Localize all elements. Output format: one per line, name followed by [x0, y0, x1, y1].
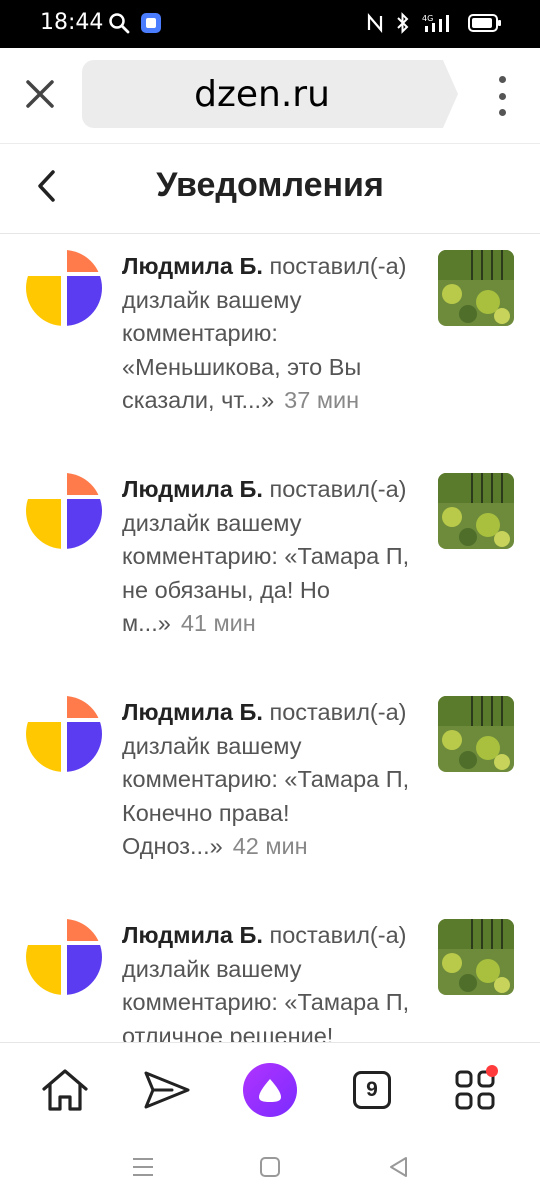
search-icon — [109, 13, 130, 34]
svg-text:4G: 4G — [422, 14, 433, 23]
close-button[interactable] — [22, 76, 58, 112]
notification-text: Людмила Б. поставил(-а) дизлайк вашему к… — [122, 919, 412, 1042]
comment-thumbnail[interactable] — [438, 250, 514, 326]
notification-item[interactable]: Людмила Б. поставил(-а) дизлайк вашему к… — [0, 688, 540, 910]
avatar — [26, 696, 102, 772]
alice-icon — [243, 1063, 297, 1117]
comment-thumbnail[interactable] — [438, 919, 514, 995]
page-header: Уведомления — [0, 146, 540, 234]
signal-icon: 4G — [422, 14, 449, 32]
notification-item[interactable]: Людмила Б. поставил(-а) дизлайк вашему к… — [0, 911, 540, 1042]
avatar — [26, 919, 102, 995]
square-icon — [260, 1157, 280, 1177]
recent-apps-button[interactable] — [128, 1152, 158, 1182]
home-system-button[interactable] — [255, 1152, 285, 1182]
notification-author: Людмила Б. — [122, 476, 263, 502]
notification-text: Людмила Б. поставил(-а) дизлайк вашему к… — [122, 473, 412, 641]
overflow-menu-button[interactable] — [492, 76, 512, 116]
menu-dot-icon — [498, 92, 506, 100]
notification-author: Людмила Б. — [122, 699, 263, 725]
bluetooth-icon — [397, 12, 409, 34]
status-bar: 18:44 4G — [0, 0, 540, 48]
notification-list: Людмила Б. поставил(-а) дизлайк вашему к… — [0, 234, 540, 1042]
triangle-back-icon — [390, 1157, 407, 1177]
nfc-icon — [367, 13, 383, 33]
notification-author: Людмила Б. — [122, 253, 263, 279]
notification-time: 37 мин — [284, 387, 360, 413]
menu-dot-icon — [498, 76, 506, 83]
bottom-navigation: 9 — [0, 1042, 540, 1134]
notification-author: Людмила Б. — [122, 922, 263, 948]
avatar — [26, 250, 102, 326]
comment-thumbnail[interactable] — [438, 473, 514, 549]
services-button[interactable] — [448, 1063, 502, 1117]
battery-icon — [468, 14, 501, 32]
system-navigation — [0, 1134, 540, 1200]
home-icon — [42, 1069, 88, 1111]
page-title: Уведомления — [156, 166, 384, 204]
notification-item[interactable]: Людмила Б. поставил(-а) дизлайк вашему к… — [0, 465, 540, 687]
avatar — [26, 473, 102, 549]
browser-toolbar: dzen.ru — [0, 48, 540, 144]
close-icon — [26, 80, 54, 108]
notification-text: Людмила Б. поставил(-а) дизлайк вашему к… — [122, 696, 412, 864]
app-notification-icon — [141, 13, 161, 33]
status-right-icons: 4G — [366, 12, 502, 34]
address-text: dzen.ru — [194, 73, 330, 115]
status-left-icons — [108, 12, 162, 34]
menu-dot-icon — [498, 109, 506, 116]
menu-lines-icon — [133, 1158, 153, 1176]
comment-thumbnail[interactable] — [438, 696, 514, 772]
notification-time: 42 мин — [232, 833, 308, 859]
status-time: 18:44 — [40, 10, 104, 35]
notification-time: 41 мин — [180, 610, 256, 636]
address-bar[interactable]: dzen.ru — [82, 60, 458, 128]
tabs-button[interactable]: 9 — [345, 1063, 399, 1117]
notification-item[interactable]: Людмила Б. поставил(-а) дизлайк вашему к… — [0, 242, 540, 464]
home-button[interactable] — [38, 1063, 92, 1117]
notification-text: Людмила Б. поставил(-а) дизлайк вашему к… — [122, 250, 412, 418]
back-system-button[interactable] — [384, 1152, 414, 1182]
notification-dot — [486, 1065, 498, 1077]
alice-assistant-button[interactable] — [243, 1063, 297, 1117]
tabs-count-badge: 9 — [353, 1071, 391, 1109]
messages-button[interactable] — [140, 1063, 194, 1117]
paper-plane-icon — [144, 1071, 190, 1109]
